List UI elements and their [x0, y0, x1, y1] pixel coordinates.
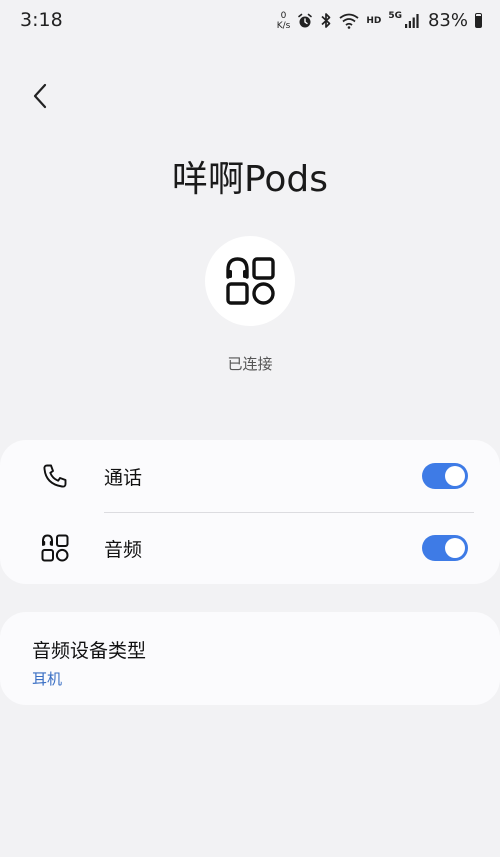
- profile-label-call: 通话: [104, 466, 143, 489]
- status-icons: 0 K/s HD 5G 83%: [277, 10, 482, 31]
- bluetooth-icon: [320, 12, 332, 29]
- audio-grid-icon: [40, 533, 70, 563]
- chevron-left-icon: [33, 83, 47, 109]
- earbuds-apps-icon: [226, 257, 275, 305]
- network-speed-value: 0: [280, 10, 287, 21]
- battery: 83%: [426, 10, 482, 31]
- status-bar: 3:18 0 K/s HD 5G 83%: [0, 0, 500, 44]
- battery-icon: [475, 13, 482, 28]
- network-speed: 0 K/s: [277, 11, 291, 31]
- signal-icon: [404, 13, 419, 28]
- audio-toggle[interactable]: [422, 535, 468, 561]
- device-icon-container: [205, 236, 295, 326]
- network-type-label: 5G: [388, 10, 402, 21]
- battery-percent: 83%: [427, 10, 468, 31]
- toggle-knob: [445, 538, 465, 558]
- device-type-title: 音频设备类型: [32, 640, 147, 662]
- profile-row-call[interactable]: 通话: [0, 440, 500, 512]
- device-type-value: 耳机: [32, 670, 63, 688]
- device-type-card[interactable]: 音频设备类型 耳机: [0, 612, 500, 705]
- phone-icon: [40, 461, 70, 491]
- call-toggle[interactable]: [422, 463, 468, 489]
- status-time: 3:18: [20, 9, 63, 31]
- profiles-card: 通话 音频: [0, 440, 500, 584]
- connection-status: 已连接: [227, 355, 273, 373]
- back-button[interactable]: [24, 80, 56, 112]
- toggle-knob: [445, 466, 465, 486]
- wifi-icon: [339, 13, 359, 29]
- device-name: 咩啊Pods: [171, 159, 329, 200]
- alarm-icon: [297, 13, 313, 29]
- profile-row-audio[interactable]: 音频: [0, 512, 500, 584]
- profile-label-audio: 音频: [104, 538, 143, 561]
- hd-label: HD: [366, 15, 382, 26]
- network-speed-unit: K/s: [276, 20, 291, 31]
